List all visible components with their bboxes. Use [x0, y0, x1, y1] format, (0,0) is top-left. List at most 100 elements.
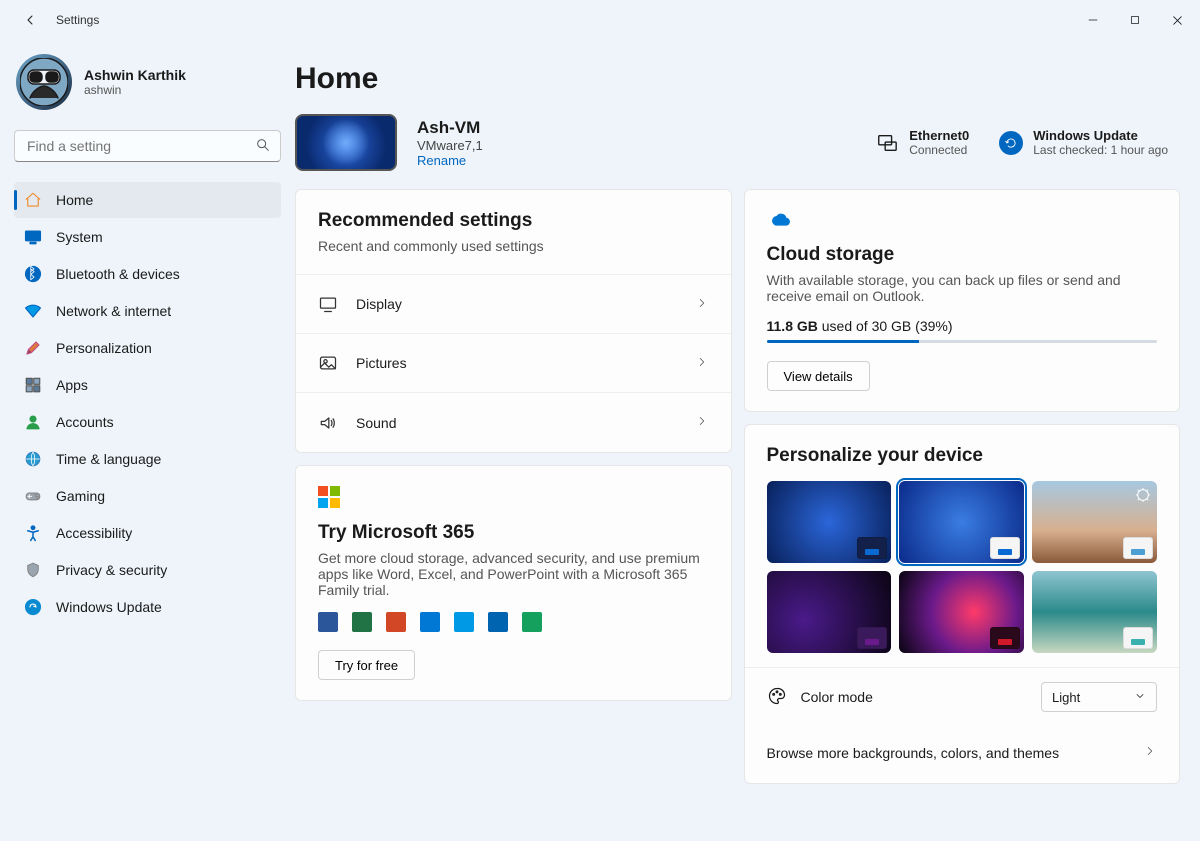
chevron-right-icon	[695, 355, 709, 372]
word-icon	[318, 612, 338, 632]
wifi-icon	[24, 302, 42, 320]
color-mode-row: Color mode Light	[745, 667, 1180, 726]
nav-bluetooth[interactable]: Bluetooth & devices	[14, 256, 281, 292]
family-icon	[522, 612, 542, 632]
browse-label: Browse more backgrounds, colors, and the…	[767, 745, 1060, 761]
theme-option-4[interactable]	[767, 571, 892, 653]
chevron-right-icon	[1143, 744, 1157, 761]
sidebar: Ashwin Karthik ashwin Home System	[0, 40, 295, 841]
storage-progress	[767, 340, 1158, 343]
view-details-button[interactable]: View details	[767, 361, 870, 391]
nav-label: Time & language	[56, 451, 161, 467]
storage-progress-fill	[767, 340, 919, 343]
theme-option-5[interactable]	[899, 571, 1024, 653]
nav-label: Privacy & security	[56, 562, 167, 578]
theme-option-3[interactable]	[1032, 481, 1157, 563]
rec-sub: Recent and commonly used settings	[318, 238, 709, 254]
nav-label: Accessibility	[56, 525, 132, 541]
defender-icon	[420, 612, 440, 632]
refresh-icon	[999, 131, 1023, 155]
cloud-title: Cloud storage	[767, 244, 1158, 266]
nav-gaming[interactable]: Gaming	[14, 478, 281, 514]
search-input[interactable]	[14, 130, 281, 162]
system-icon	[24, 228, 42, 246]
nav-label: Personalization	[56, 340, 152, 356]
nav-label: Network & internet	[56, 303, 171, 319]
ethernet-icon	[875, 131, 899, 155]
search-box	[14, 130, 281, 162]
nav-label: Accounts	[56, 414, 114, 430]
device-name: Ash-VM	[417, 118, 483, 138]
accessibility-icon	[24, 524, 42, 542]
device-row: Ash-VM VMware7,1 Rename Ethernet0 Connec…	[295, 114, 1180, 171]
network-status[interactable]: Ethernet0 Connected	[875, 128, 969, 157]
nav-privacy[interactable]: Privacy & security	[14, 552, 281, 588]
shield-icon	[24, 561, 42, 579]
update-title: Windows Update	[1033, 128, 1168, 143]
nav-personalization[interactable]: Personalization	[14, 330, 281, 366]
storage-usage: 11.8 GB used of 30 GB (39%)	[767, 318, 1158, 334]
cloud-card: Cloud storage With available storage, yo…	[744, 189, 1181, 412]
m365-sub: Get more cloud storage, advanced securit…	[318, 550, 709, 598]
nav-time[interactable]: Time & language	[14, 441, 281, 477]
color-mode-value: Light	[1052, 690, 1080, 705]
rec-label: Pictures	[356, 355, 677, 371]
device-model: VMware7,1	[417, 138, 483, 153]
nav-apps[interactable]: Apps	[14, 367, 281, 403]
window-title: Settings	[56, 13, 99, 27]
rec-display[interactable]: Display	[296, 275, 731, 334]
close-button[interactable]	[1162, 5, 1192, 35]
storage-used: 11.8 GB	[767, 318, 818, 334]
maximize-button[interactable]	[1120, 5, 1150, 35]
m365-card: Try Microsoft 365 Get more cloud storage…	[295, 465, 732, 701]
search-icon	[255, 137, 271, 156]
nav-accounts[interactable]: Accounts	[14, 404, 281, 440]
theme-option-1[interactable]	[767, 481, 892, 563]
personalize-title: Personalize your device	[767, 445, 1158, 467]
gamepad-icon	[24, 487, 42, 505]
update-icon	[24, 598, 42, 616]
globe-clock-icon	[24, 450, 42, 468]
m365-app-icons	[318, 612, 709, 632]
rename-link[interactable]: Rename	[417, 153, 483, 168]
color-mode-select[interactable]: Light	[1041, 682, 1157, 712]
nav-system[interactable]: System	[14, 219, 281, 255]
nav-home[interactable]: Home	[14, 182, 281, 218]
update-sub: Last checked: 1 hour ago	[1033, 143, 1168, 157]
main: Home Ash-VM VMware7,1 Rename Ethernet0 C…	[295, 40, 1200, 841]
nav-label: Bluetooth & devices	[56, 266, 180, 282]
user-login: ashwin	[84, 83, 186, 97]
try-free-button[interactable]: Try for free	[318, 650, 415, 680]
person-icon	[24, 413, 42, 431]
rec-sound[interactable]: Sound	[296, 393, 731, 452]
back-button[interactable]	[20, 10, 40, 30]
device-thumbnail	[295, 114, 397, 171]
user-block[interactable]: Ashwin Karthik ashwin	[14, 52, 281, 116]
net-sub: Connected	[909, 143, 969, 157]
palette-icon	[767, 686, 787, 709]
excel-icon	[352, 612, 372, 632]
nav-network[interactable]: Network & internet	[14, 293, 281, 329]
onedrive-icon	[454, 612, 474, 632]
storage-total: used of 30 GB (39%)	[818, 318, 953, 334]
nav-accessibility[interactable]: Accessibility	[14, 515, 281, 551]
nav-label: Windows Update	[56, 599, 162, 615]
theme-option-2[interactable]	[899, 481, 1024, 563]
minimize-button[interactable]	[1078, 5, 1108, 35]
pictures-icon	[318, 353, 338, 373]
theme-grid	[767, 481, 1158, 653]
cloud-icon	[767, 210, 1158, 236]
cloud-sub: With available storage, you can back up …	[767, 272, 1158, 304]
outlook-icon	[488, 612, 508, 632]
browse-themes-row[interactable]: Browse more backgrounds, colors, and the…	[745, 726, 1180, 783]
powerpoint-icon	[386, 612, 406, 632]
chevron-right-icon	[695, 296, 709, 313]
rec-pictures[interactable]: Pictures	[296, 334, 731, 393]
bluetooth-icon	[24, 265, 42, 283]
nav-update[interactable]: Windows Update	[14, 589, 281, 625]
theme-option-6[interactable]	[1032, 571, 1157, 653]
user-name: Ashwin Karthik	[84, 67, 186, 83]
update-status[interactable]: Windows Update Last checked: 1 hour ago	[999, 128, 1168, 157]
nav-label: Home	[56, 192, 93, 208]
display-icon	[318, 294, 338, 314]
